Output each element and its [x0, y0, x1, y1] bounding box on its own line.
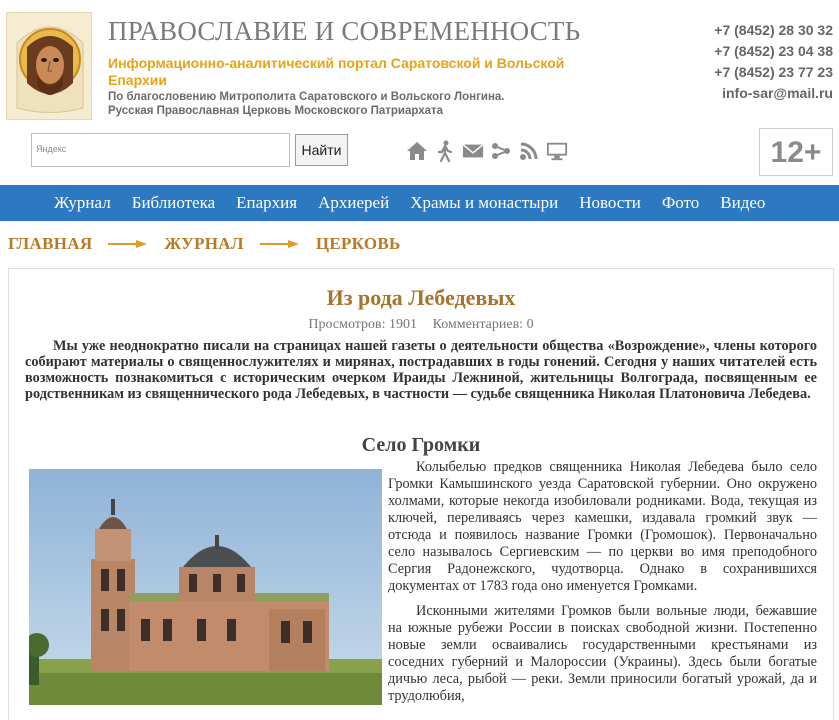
- phone-link[interactable]: +7 (8452) 28 30 32: [714, 20, 833, 41]
- email-link[interactable]: info-sar@mail.ru: [714, 83, 833, 104]
- paragraph: Колыбелью предков священника Николая Леб…: [388, 459, 817, 594]
- blessing-line: По благословению Митрополита Саратовског…: [108, 91, 505, 103]
- article-body: Колыбелью предков священника Николая Леб…: [388, 459, 817, 713]
- nav-item-diocese[interactable]: Епархия: [236, 193, 297, 213]
- site-subtitle: Информационно-аналитический портал Сарат…: [108, 55, 565, 88]
- search-box: Яндекс: [31, 133, 290, 167]
- nav-item-news[interactable]: Новости: [579, 193, 641, 213]
- nav-item-temples[interactable]: Храмы и монастыри: [410, 193, 558, 213]
- church-line: Русская Православная Церковь Московского…: [108, 105, 444, 117]
- breadcrumb: ГЛАВНАЯ ЖУРНАЛ ЦЕРКОВЬ: [8, 234, 401, 254]
- home-icon[interactable]: [406, 140, 428, 162]
- phone-link[interactable]: +7 (8452) 23 04 38: [714, 41, 833, 62]
- nav-item-photo[interactable]: Фото: [662, 193, 699, 213]
- article-title: Из рода Лебедевых: [326, 285, 516, 310]
- mail-icon[interactable]: [462, 140, 484, 162]
- sitemap-icon[interactable]: [490, 140, 512, 162]
- nav-item-journal[interactable]: Журнал: [54, 193, 111, 213]
- section-title: Село Громки: [361, 434, 481, 456]
- toolbar-icons: [406, 140, 568, 162]
- site-header: ПРАВОСЛАВИЕ И СОВРЕМЕННОСТЬ Информационн…: [0, 0, 839, 185]
- walking-person-icon[interactable]: [434, 140, 456, 162]
- arrow-right-icon: [259, 234, 300, 254]
- site-title[interactable]: ПРАВОСЛАВИЕ И СОВРЕМЕННОСТЬ: [108, 16, 580, 47]
- views-count: Просмотров: 1901: [308, 317, 418, 332]
- main-nav: Журнал Библиотека Епархия Архиерей Храмы…: [0, 185, 839, 221]
- breadcrumb-home[interactable]: ГЛАВНАЯ: [8, 234, 92, 254]
- arrow-right-icon: [108, 234, 148, 254]
- article: Из рода Лебедевых Просмотров: 1901 Комме…: [8, 268, 834, 720]
- monitor-icon[interactable]: [546, 140, 568, 162]
- nav-item-bishop[interactable]: Архиерей: [318, 193, 389, 213]
- paragraph: Исконными жителями Громков были вольные …: [388, 603, 817, 704]
- nav-item-library[interactable]: Библиотека: [132, 193, 215, 213]
- article-meta: Просмотров: 1901 Комментариев: 0: [9, 317, 833, 333]
- search-button[interactable]: Найти: [295, 134, 348, 166]
- savior-icon: [7, 13, 91, 119]
- church-photo[interactable]: [29, 469, 382, 705]
- rss-icon[interactable]: [518, 140, 540, 162]
- breadcrumb-church[interactable]: ЦЕРКОВЬ: [316, 234, 401, 254]
- yandex-label: Яндекс: [36, 144, 67, 154]
- nav-item-video[interactable]: Видео: [720, 193, 765, 213]
- site-blessing: По благословению Митрополита Саратовског…: [108, 90, 628, 118]
- article-lead: Мы уже неоднократно писали на страницах …: [25, 338, 817, 402]
- breadcrumb-journal[interactable]: ЖУРНАЛ: [164, 234, 243, 254]
- comments-count[interactable]: Комментариев: 0: [433, 317, 534, 332]
- phone-link[interactable]: +7 (8452) 23 77 23: [714, 62, 833, 83]
- search-input[interactable]: [72, 134, 287, 166]
- contacts: +7 (8452) 28 30 32 +7 (8452) 23 04 38 +7…: [714, 20, 833, 104]
- age-rating-badge: 12+: [759, 128, 833, 176]
- site-logo[interactable]: [6, 12, 92, 120]
